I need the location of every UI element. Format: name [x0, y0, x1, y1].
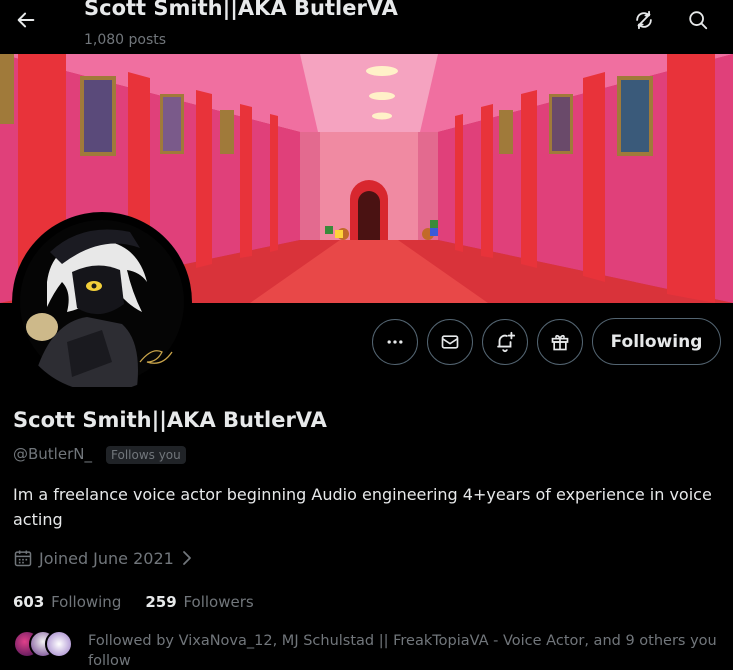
bio: Im a freelance voice actor beginning Aud…	[13, 485, 712, 529]
top-bar: Scott Smith||AKA ButlerVA 1,080 posts	[0, 0, 733, 54]
followers-stat[interactable]: 259 Followers	[145, 593, 253, 611]
header-title: Scott Smith||AKA ButlerVA	[84, 0, 398, 20]
joined-label: Joined June 2021	[39, 548, 174, 568]
followed-by-text[interactable]: Followed by VixaNova_12, MJ Schulstad ||…	[88, 631, 728, 670]
search-icon	[689, 11, 708, 30]
followers-count: 259	[145, 593, 177, 611]
mail-icon	[441, 335, 459, 349]
gift-button[interactable]	[537, 319, 583, 365]
back-button[interactable]	[8, 2, 44, 38]
arrow-left-icon	[17, 12, 35, 28]
follow-stats: 603 Following 259 Followers	[13, 593, 254, 611]
search-button[interactable]	[680, 2, 716, 38]
refresh-slash-icon	[636, 10, 652, 30]
following-stat[interactable]: 603 Following	[13, 593, 121, 611]
calendar-icon	[14, 550, 32, 567]
posts-count: 1,080 posts	[84, 32, 167, 48]
handle: @ButlerN_	[13, 445, 92, 463]
avatar-image	[14, 214, 190, 390]
following-count: 603	[13, 593, 45, 611]
follower-avatar	[45, 630, 73, 658]
following-button[interactable]: Following	[592, 318, 721, 365]
refresh-button[interactable]	[626, 2, 662, 38]
notify-button[interactable]	[482, 319, 528, 365]
more-button[interactable]	[372, 319, 418, 365]
message-button[interactable]	[427, 319, 473, 365]
followers-label: Followers	[183, 593, 254, 611]
joined-date[interactable]: Joined June 2021	[13, 548, 194, 568]
followers-you-know-avatars[interactable]	[13, 630, 73, 660]
display-name: Scott Smith||AKA ButlerVA	[13, 408, 327, 432]
gift-icon	[551, 334, 569, 351]
chevron-right-icon	[182, 551, 191, 565]
avatar[interactable]	[12, 212, 192, 392]
follows-you-badge: Follows you	[106, 446, 186, 464]
following-label: Following	[51, 593, 122, 611]
bell-plus-icon	[497, 331, 516, 353]
more-horizontal-icon	[387, 340, 403, 344]
